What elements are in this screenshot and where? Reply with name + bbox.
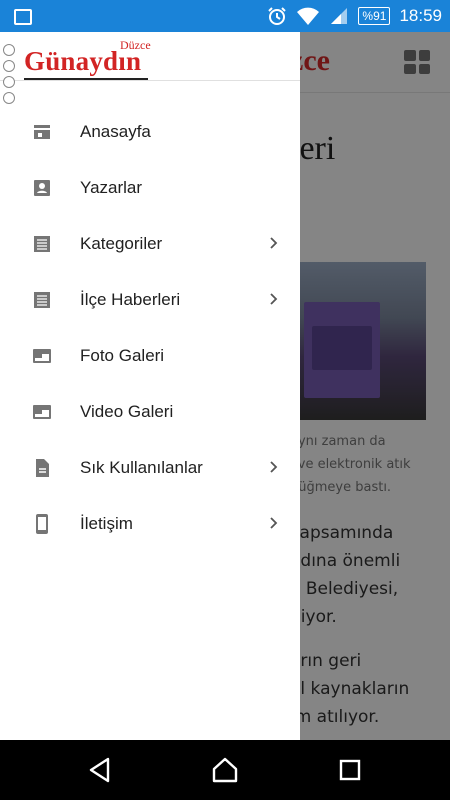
chevron-right-icon	[270, 517, 278, 529]
menu-label: Foto Galeri	[80, 346, 165, 365]
wifi-icon	[297, 7, 320, 25]
system-navigation-bar	[0, 740, 450, 800]
menu-item-iletisim[interactable]: İletişim	[0, 496, 300, 552]
window-icon	[33, 349, 51, 363]
home-icon[interactable]	[211, 756, 239, 784]
logo-superscript: Düzce	[120, 38, 151, 52]
document-icon	[36, 459, 49, 477]
contact-icon	[34, 180, 50, 196]
clock: 18:59	[399, 6, 442, 25]
window-icon	[33, 405, 51, 419]
status-icons: %91 18:59	[267, 0, 442, 32]
drawer-header: Günaydın Düzce	[0, 32, 300, 104]
menu-label: İlçe Haberleri	[80, 290, 181, 309]
navigation-drawer: Günaydın Düzce Anasayfa Yazarlar Kategor…	[0, 32, 300, 740]
image-icon	[14, 9, 32, 25]
menu-item-ilce-haberleri[interactable]: İlçe Haberleri	[0, 272, 300, 328]
back-icon[interactable]	[86, 756, 114, 784]
alarm-icon	[268, 7, 287, 25]
chevron-right-icon	[270, 293, 278, 305]
list-icon	[34, 292, 50, 308]
battery-indicator: %91	[358, 7, 391, 25]
chevron-right-icon	[270, 237, 278, 249]
menu-item-foto-galeri[interactable]: Foto Galeri	[0, 328, 300, 384]
list-icon	[34, 236, 50, 252]
menu-label: Kategoriler	[80, 234, 163, 253]
menu-label: İletişim	[80, 514, 133, 533]
menu-item-kategoriler[interactable]: Kategoriler	[0, 216, 300, 272]
menu-item-anasayfa[interactable]: Anasayfa	[0, 104, 300, 160]
menu-item-yazarlar[interactable]: Yazarlar	[0, 160, 300, 216]
menu-label: Yazarlar	[80, 178, 143, 197]
status-bar: %91 18:59	[0, 0, 450, 32]
menu-label: Sık Kullanılanlar	[80, 458, 203, 477]
menu-label: Anasayfa	[80, 122, 151, 141]
menu-item-sik-kullanilanlar[interactable]: Sık Kullanılanlar	[0, 440, 300, 496]
logo-dots	[3, 44, 15, 108]
menu-item-video-galeri[interactable]: Video Galeri	[0, 384, 300, 440]
menu-label: Video Galeri	[80, 402, 174, 421]
chevron-right-icon	[270, 461, 278, 473]
phone-icon	[36, 514, 48, 534]
recents-icon[interactable]	[336, 756, 364, 784]
store-icon	[34, 125, 50, 139]
drawer-menu: Anasayfa Yazarlar Kategoriler İlçe Haber…	[0, 104, 300, 552]
signal-icon	[331, 8, 348, 24]
